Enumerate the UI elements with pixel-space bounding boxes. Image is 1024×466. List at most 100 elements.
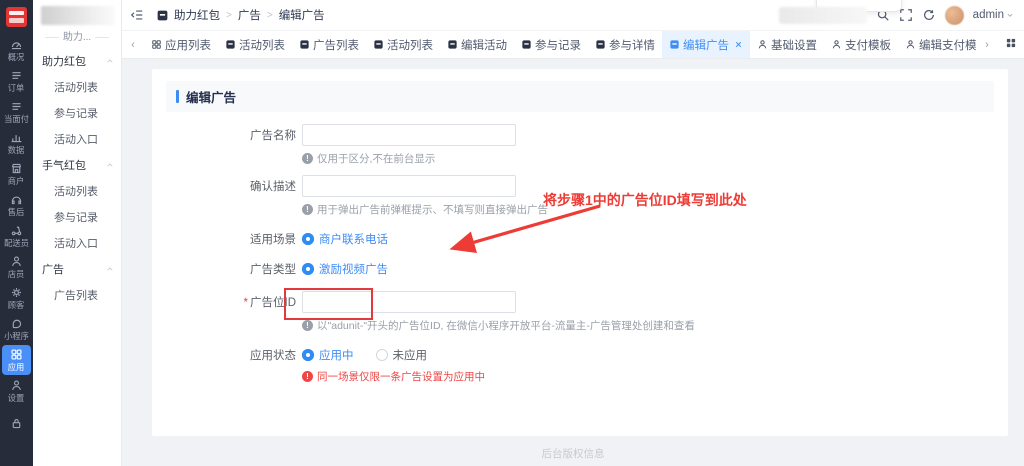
sidebar-item-activity-list-2[interactable]: 活动列表	[33, 178, 121, 204]
ad-unit-id-input[interactable]	[302, 291, 516, 313]
app-icon	[595, 39, 606, 50]
radio-label-in-use[interactable]: 应用中	[319, 347, 354, 363]
tab-label: 应用列表	[165, 37, 211, 53]
rail-item-orders[interactable]: 订单	[2, 66, 31, 96]
footer-copyright: 后台版权信息	[122, 440, 1024, 466]
confirm-desc-input[interactable]	[302, 175, 516, 197]
sidebar-item-ad-list[interactable]: 广告列表	[33, 282, 121, 308]
app-icon	[447, 39, 458, 50]
rail-item-staff[interactable]: 店员	[2, 252, 31, 282]
page-title: 编辑广告	[186, 87, 236, 106]
radio-label-reward-video[interactable]: 激励视频广告	[319, 261, 388, 277]
secondary-sidebar: 助力... 助力红包 活动列表 参与记录 活动入口 手气红包 活动列表 参与记录…	[33, 0, 122, 466]
orders-list-icon	[10, 69, 23, 82]
tab-edit-activity[interactable]: 编辑活动	[440, 31, 514, 58]
sidebar-item-activity-list[interactable]: 活动列表	[33, 74, 121, 100]
info-icon: !	[302, 320, 313, 331]
facepay-list-icon	[10, 100, 23, 113]
radio-label-merchant-phone[interactable]: 商户联系电话	[319, 231, 388, 247]
radio-label-not-in-use[interactable]: 未应用	[393, 347, 428, 363]
tab-bar: ‹ 应用列表 活动列表 广告列表 活动列表 编辑活动 参与记录 参与详情 编辑广…	[122, 30, 1024, 59]
tab-label: 编辑活动	[461, 37, 507, 53]
sidebar-group-ads[interactable]: 广告	[33, 256, 121, 282]
aftersale-headset-icon	[10, 193, 23, 206]
tab-label: 参与记录	[535, 37, 581, 53]
sidebar-item-activity-entry-2[interactable]: 活动入口	[33, 230, 121, 256]
breadcrumb-separator: >	[225, 10, 233, 21]
rail-item-apps[interactable]: 应用	[2, 345, 31, 375]
sidebar-item-label: 活动入口	[54, 235, 98, 251]
rail-item-permissions[interactable]	[2, 409, 31, 439]
radio-merchant-phone[interactable]	[302, 233, 314, 245]
sidebar-group-boost-redpacket[interactable]: 助力红包	[33, 48, 121, 74]
edit-ad-form: 广告名称 ! 仅用于区分,不在前台显示 确认描述 ! 用于弹出广告前弹框提示、不…	[152, 112, 1008, 384]
overview-gauge-icon	[10, 38, 23, 51]
sidebar-item-label: 参与记录	[54, 105, 98, 121]
tab-app-list[interactable]: 应用列表	[144, 31, 218, 58]
grid-icon	[1005, 37, 1017, 49]
tab-participation-detail[interactable]: 参与详情	[588, 31, 662, 58]
rail-item-settings[interactable]: 设置	[2, 376, 31, 406]
tab-label: 广告列表	[313, 37, 359, 53]
rail-item-courier[interactable]: 配送员	[2, 221, 31, 251]
tab-list: 应用列表 活动列表 广告列表 活动列表 编辑活动 参与记录 参与详情 编辑广告 …	[144, 31, 976, 58]
rail-item-customer[interactable]: 顾客	[2, 283, 31, 313]
confirm-desc-label: 确认描述	[152, 178, 296, 194]
tab-activity-list[interactable]: 活动列表	[218, 31, 292, 58]
collapse-menu-icon[interactable]	[130, 8, 144, 22]
breadcrumb-separator: >	[266, 10, 274, 21]
rail-item-aftersale[interactable]: 售后	[2, 190, 31, 220]
tab-activity-list-2[interactable]: 活动列表	[366, 31, 440, 58]
refresh-icon[interactable]	[922, 8, 936, 22]
breadcrumb-item[interactable]: 编辑广告	[279, 7, 325, 23]
ad-name-input[interactable]	[302, 124, 516, 146]
app-icon	[373, 39, 384, 50]
fullscreen-icon[interactable]	[899, 8, 913, 22]
sidebar-group-lucky-redpacket[interactable]: 手气红包	[33, 152, 121, 178]
breadcrumb-item[interactable]: 助力红包	[174, 7, 220, 23]
radio-reward-video[interactable]	[302, 263, 314, 275]
rail-item-merchant[interactable]: 商户	[2, 159, 31, 189]
tab-edit-ad[interactable]: 编辑广告	[662, 31, 750, 58]
brand-logo[interactable]	[6, 7, 27, 27]
tabs-scroll-right[interactable]: ›	[976, 39, 998, 51]
app-icon	[299, 39, 310, 50]
rail-item-overview[interactable]: 概况	[2, 35, 31, 65]
tab-payment-template[interactable]: 支付模板	[824, 31, 898, 58]
lock-icon	[10, 417, 23, 430]
rail-item-data[interactable]: 数据	[2, 128, 31, 158]
rail-item-label: 应用	[8, 362, 25, 371]
app-icon	[225, 39, 236, 50]
tab-label: 支付模板	[845, 37, 891, 53]
chevron-up-icon	[106, 57, 114, 65]
sidebar-item-activity-entry[interactable]: 活动入口	[33, 126, 121, 152]
info-icon: !	[302, 204, 313, 215]
radio-in-use[interactable]	[302, 349, 314, 361]
form-row-scene: 适用场景 商户联系电话	[152, 231, 1008, 247]
tab-ad-list[interactable]: 广告列表	[292, 31, 366, 58]
rail-item-label: 小程序	[4, 331, 29, 340]
rail-item-facepay[interactable]: 当面付	[2, 97, 31, 127]
tab-participation-records[interactable]: 参与记录	[514, 31, 588, 58]
user-avatar[interactable]	[945, 6, 964, 25]
tab-edit-payment-template[interactable]: 编辑支付模板	[898, 31, 976, 58]
app-logo-placeholder	[41, 6, 115, 25]
search-input[interactable]	[779, 7, 867, 24]
breadcrumb-item[interactable]: 广告	[238, 7, 261, 23]
tabs-scroll-left[interactable]: ‹	[122, 39, 144, 51]
ad-type-label: 广告类型	[152, 261, 296, 277]
rail-item-miniprogram[interactable]: 小程序	[2, 314, 31, 344]
form-row-ad-name: 广告名称	[152, 124, 1008, 146]
staff-person-icon	[10, 255, 23, 268]
user-menu[interactable]: admin	[973, 9, 1014, 21]
sidebar-item-participation-records-2[interactable]: 参与记录	[33, 204, 121, 230]
tab-basic-settings[interactable]: 基础设置	[750, 31, 824, 58]
help-text: 仅用于区分,不在前台显示	[317, 151, 435, 166]
tabs-menu-icon[interactable]	[998, 36, 1024, 54]
chevron-up-icon	[106, 265, 114, 273]
primary-nav-rail: 概况 订单 当面付 数据 商户 售后 配送员 店员	[0, 0, 33, 466]
sidebar-item-participation-records[interactable]: 参与记录	[33, 100, 121, 126]
chevron-up-icon	[106, 161, 114, 169]
close-icon[interactable]	[734, 40, 743, 49]
radio-not-in-use[interactable]	[376, 349, 388, 361]
